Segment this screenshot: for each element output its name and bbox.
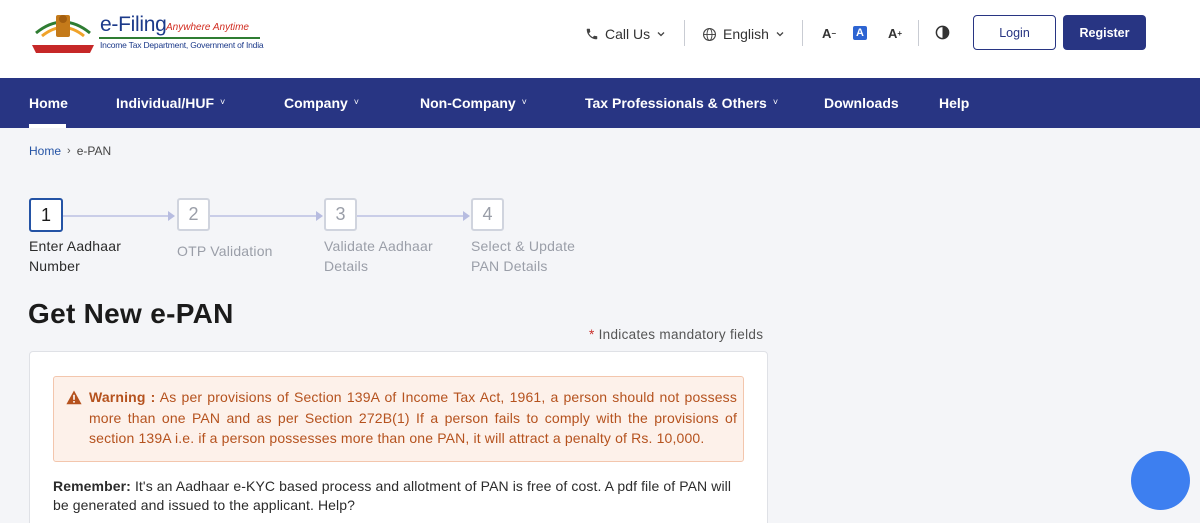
nav-help-label: Help [939,95,970,111]
contrast-toggle-icon[interactable] [935,25,950,40]
warning-text: As per provisions of Section 139A of Inc… [89,389,737,446]
breadcrumb-home-link[interactable]: Home [29,144,61,158]
chevron-down-icon: ˅ [521,97,527,107]
font-increase-button[interactable]: A + [886,24,904,42]
brand-tagline: Anywhere Anytime [166,22,249,33]
header-divider [684,20,685,46]
step-4-indicator: 4 [471,198,504,231]
brand-divider [99,37,260,39]
step-2-indicator: 2 [177,198,210,231]
step-connector [357,215,464,217]
breadcrumb-current: e-PAN [76,144,112,158]
nav-non-company[interactable]: Non-Company ˅ [420,78,527,128]
chat-assistant-button[interactable] [1131,451,1190,510]
nav-downloads-label: Downloads [824,95,899,111]
step-connector [63,215,169,217]
step-2-label-line1: OTP Validation [177,243,273,259]
required-asterisk: * [589,327,595,342]
step-2-label: OTP Validation [177,241,273,261]
chevron-down-icon: ˅ [353,97,360,107]
mandatory-fields-note: * Indicates mandatory fields [589,327,763,342]
remember-label: Remember: [53,478,131,494]
language-selector[interactable]: English [702,24,785,44]
nav-home[interactable]: Home [29,78,68,128]
nav-non-company-label: Non-Company [420,95,516,111]
step-1-indicator: 1 [29,198,63,232]
step-3-label: Validate Aadhaar Details [324,236,433,276]
step-arrow-icon [168,211,175,221]
language-label: English [723,26,769,42]
step-1-label-line1: Enter Aadhaar [29,238,122,254]
remember-text: It's an Aadhaar e-KYC based process and … [53,478,732,513]
department-name: Income Tax Department, Government of Ind… [100,40,264,50]
step-1-label: Enter Aadhaar Number [29,236,121,276]
login-button[interactable]: Login [973,15,1056,50]
nav-company-label: Company [284,95,348,111]
nav-help[interactable]: Help [939,78,969,128]
step-4-label-line1: Select & Update [471,238,576,254]
call-us-menu[interactable]: Call Us [585,24,666,44]
nav-individual-huf-label: Individual/HUF [116,95,214,111]
step-3-label-line1: Validate Aadhaar [324,238,433,254]
globe-icon [703,27,716,41]
nav-tax-professionals[interactable]: Tax Professionals & Others ˅ [585,78,778,128]
step-3-label-line2: Details [324,258,369,274]
chevron-down-icon [776,32,784,37]
font-increase-label: A [887,25,898,41]
chevron-down-icon: ˅ [220,97,226,107]
step-4-label: Select & Update PAN Details [471,236,575,276]
font-normal-button[interactable]: A [853,26,867,40]
page-title: Get New e-PAN [28,298,234,329]
font-decrease-label: A [821,25,832,41]
warning-triangle-icon [66,390,82,405]
step-4-label-line2: PAN Details [471,258,548,274]
mandatory-fields-text: Indicates mandatory fields [598,327,764,342]
register-button[interactable]: Register [1063,15,1146,50]
step-arrow-icon [316,211,323,221]
breadcrumb: Home › e-PAN [29,144,111,158]
step-3-indicator: 3 [324,198,357,231]
chevron-down-icon: ˅ [772,97,779,107]
warning-label: Warning : [89,389,156,405]
efiling-logo[interactable]: e-Filing Anywhere Anytime Income Tax Dep… [30,9,270,57]
step-1-label-line2: Number [29,258,80,274]
chevron-down-icon [657,32,665,37]
brand-name: e-Filing [100,13,167,36]
step-connector [210,215,317,217]
emblem-icon [32,15,94,53]
step-arrow-icon [463,211,470,221]
header-divider [802,20,803,46]
phone-icon [586,28,598,40]
warning-message: Warning : As per provisions of Section 1… [89,387,737,449]
nav-tax-professionals-label: Tax Professionals & Others [585,95,767,111]
nav-downloads[interactable]: Downloads [824,78,899,128]
remember-note: Remember: It's an Aadhaar e-KYC based pr… [53,477,743,514]
main-navigation: Home Individual/HUF ˅ Company ˅ Non-Comp… [0,78,1200,128]
breadcrumb-separator: › [67,145,71,157]
top-header: e-Filing Anywhere Anytime Income Tax Dep… [0,0,1200,78]
font-decrease-button[interactable]: A − [820,24,838,42]
header-divider [918,20,919,46]
font-normal-label: A [856,27,864,39]
nav-home-label: Home [29,95,68,111]
nav-company[interactable]: Company ˅ [284,78,359,128]
call-us-label: Call Us [605,26,651,42]
nav-active-indicator [29,124,66,128]
nav-individual-huf[interactable]: Individual/HUF ˅ [116,78,225,128]
